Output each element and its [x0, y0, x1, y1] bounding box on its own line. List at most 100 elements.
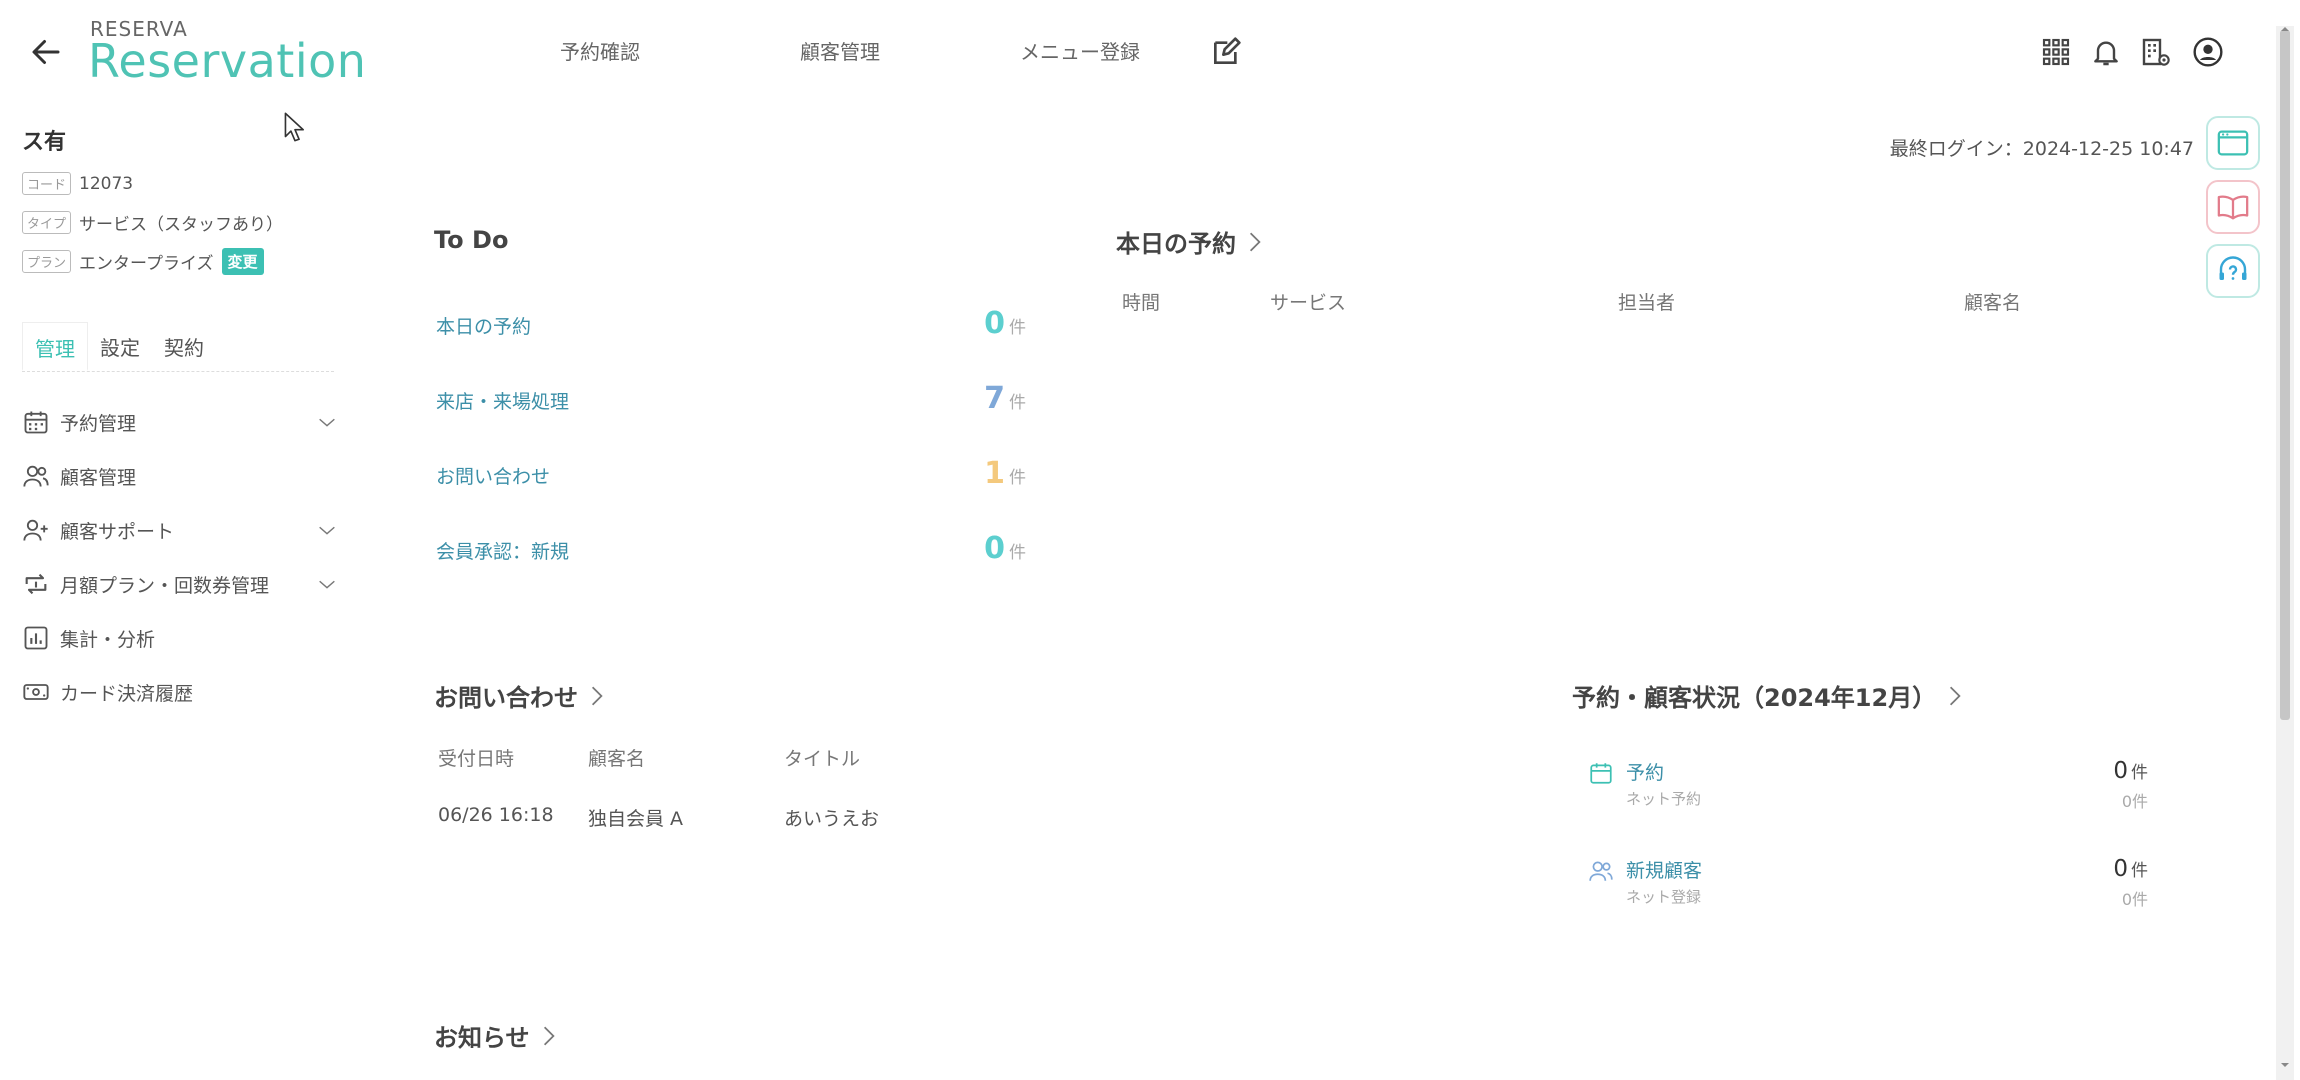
today-title-text: 本日の予約: [1116, 230, 1236, 258]
todo-count: 1: [984, 456, 1005, 491]
todo-title-text: To Do: [434, 226, 509, 254]
users-icon: [1589, 861, 1613, 881]
sidebar-tabs: 管理 設定 契約: [22, 322, 334, 372]
col-header-staff: 担当者: [1618, 292, 1676, 314]
todo-today-reservations[interactable]: 本日の予約 0 件: [436, 306, 1026, 341]
meta-tag-code: コード: [22, 172, 72, 195]
status-sublabel: ネット予約: [1626, 790, 1702, 808]
manual-button[interactable]: [2206, 180, 2260, 234]
sidebar-item-label: 月額プラン・回数券管理: [60, 574, 270, 597]
status-subcount: 0件: [2121, 890, 2148, 909]
tab-management[interactable]: 管理: [22, 322, 88, 371]
status-sublabel: ネット登録: [1626, 888, 1702, 906]
status-count: 0件: [2113, 856, 2148, 882]
nav-customer-management[interactable]: 顧客管理: [800, 36, 880, 65]
back-arrow-icon[interactable]: [28, 34, 64, 70]
status-label: 新規顧客: [1626, 860, 1703, 882]
status-count-unit: 件: [2131, 763, 2148, 783]
repeat-icon: [25, 573, 47, 595]
todo-count: 0: [984, 531, 1005, 566]
calendar-icon: [24, 411, 48, 434]
col-header-service: サービス: [1270, 292, 1347, 314]
todo-unit: 件: [1009, 318, 1026, 338]
chevron-down-icon[interactable]: [316, 573, 338, 595]
meta-value-plan: エンタープライズ: [79, 254, 214, 274]
sidebar-item-label: 顧客管理: [60, 466, 137, 489]
chevron-right-icon: [1950, 686, 1961, 705]
sidebar-item-analytics[interactable]: 集計・分析: [22, 618, 338, 658]
status-subcount: 0件: [2121, 792, 2148, 811]
status-count-value: 0: [2113, 856, 2128, 882]
meta-value-code: 12073: [79, 173, 134, 194]
todo-label: 会員承認：新規: [436, 541, 570, 563]
nav-menu-register[interactable]: メニュー登録: [1020, 36, 1140, 65]
edit-icon[interactable]: [1210, 36, 1242, 68]
status-title[interactable]: 予約・顧客状況（2024年12月）: [1572, 678, 1964, 713]
news-title[interactable]: お知らせ: [434, 1018, 558, 1053]
status-count-value: 0: [2113, 758, 2128, 784]
status-title-text: 予約・顧客状況（2024年12月）: [1572, 684, 1937, 712]
chevron-down-icon[interactable]: [316, 411, 338, 433]
support-button[interactable]: [2206, 244, 2260, 298]
meta-tag-type: タイプ: [22, 211, 72, 234]
last-login-text: 最終ログイン：2024-12-25 10:47: [1889, 138, 2194, 160]
todo-unit: 件: [1009, 543, 1026, 563]
sidebar-item-card-payment[interactable]: カード決済履歴: [22, 672, 338, 712]
sidebar-item-customers[interactable]: 顧客管理: [22, 456, 338, 496]
chevron-down-icon[interactable]: [316, 519, 338, 541]
col-header-received: 受付日時: [438, 748, 515, 770]
todo-count: 0: [984, 306, 1005, 341]
scrollbar-thumb[interactable]: [2280, 30, 2290, 720]
status-label: 予約: [1626, 762, 1665, 784]
building-settings-icon[interactable]: [2140, 36, 2172, 68]
inquiries-title-text: お問い合わせ: [434, 684, 578, 712]
chevron-right-icon: [591, 686, 603, 705]
todo-inquiries[interactable]: お問い合わせ 1 件: [436, 456, 1026, 491]
sidebar-item-label: 顧客サポート: [60, 520, 175, 543]
chevron-right-icon: [543, 1026, 555, 1045]
users-icon: [23, 465, 49, 487]
meta-tag-plan: プラン: [22, 250, 72, 273]
headset-help-icon: [2219, 256, 2247, 280]
today-reservations-title[interactable]: 本日の予約: [1116, 224, 1264, 259]
nav-reservation-confirm[interactable]: 予約確認: [560, 36, 640, 65]
scroll-down-icon[interactable]: [2280, 1060, 2290, 1070]
todo-unit: 件: [1009, 468, 1026, 488]
status-new-customers[interactable]: 新規顧客 ネット登録 0件 0件: [1588, 856, 2148, 926]
todo-member-approval[interactable]: 会員承認：新規 0 件: [436, 531, 1026, 566]
table-cell-customer[interactable]: 独自会員 A: [588, 804, 683, 831]
store-name: ス有: [22, 130, 67, 155]
meta-value-type: サービス（スタッフあり）: [79, 215, 284, 235]
table-cell-title[interactable]: あいうえお: [784, 804, 879, 831]
todo-label: 本日の予約: [436, 316, 532, 338]
logo-reservation[interactable]: Reservation: [88, 34, 366, 88]
todo-visit-processing[interactable]: 来店・来場処理 7 件: [436, 381, 1026, 416]
sidebar-item-support[interactable]: 顧客サポート: [22, 510, 338, 550]
table-cell-date[interactable]: 06/26 16:18: [438, 804, 554, 826]
bell-icon[interactable]: [2090, 36, 2122, 68]
status-count-unit: 件: [2131, 861, 2148, 881]
mouse-cursor-icon: [284, 112, 304, 142]
tab-contract[interactable]: 契約: [152, 322, 216, 371]
browser-window-button[interactable]: [2206, 116, 2260, 170]
inquiries-title[interactable]: お問い合わせ: [434, 678, 606, 713]
grid-icon[interactable]: [2040, 36, 2072, 68]
book-icon: [2217, 195, 2249, 220]
col-header-title: タイトル: [784, 748, 861, 770]
sidebar-item-reservation[interactable]: 予約管理: [22, 402, 338, 442]
sidebar-item-label: 集計・分析: [60, 628, 156, 651]
change-plan-button[interactable]: 変更: [221, 248, 264, 275]
tab-settings[interactable]: 設定: [88, 322, 152, 371]
meta-plan-row: プラン エンタープライズ 変更: [22, 248, 264, 275]
sidebar-item-subscription[interactable]: 月額プラン・回数券管理: [22, 564, 338, 604]
todo-label: 来店・来場処理: [436, 391, 570, 413]
status-reservations[interactable]: 予約 ネット予約 0件 0件: [1588, 758, 2148, 828]
col-header-time: 時間: [1122, 292, 1161, 314]
user-plus-icon: [23, 519, 48, 541]
chevron-right-icon: [1249, 232, 1261, 251]
scroll-up-icon[interactable]: [2280, 24, 2290, 34]
todo-count: 7: [984, 381, 1005, 416]
meta-type-row: タイプ サービス（スタッフあり）: [22, 210, 283, 235]
browser-window-icon: [2217, 130, 2249, 156]
user-avatar-icon[interactable]: [2192, 36, 2224, 68]
